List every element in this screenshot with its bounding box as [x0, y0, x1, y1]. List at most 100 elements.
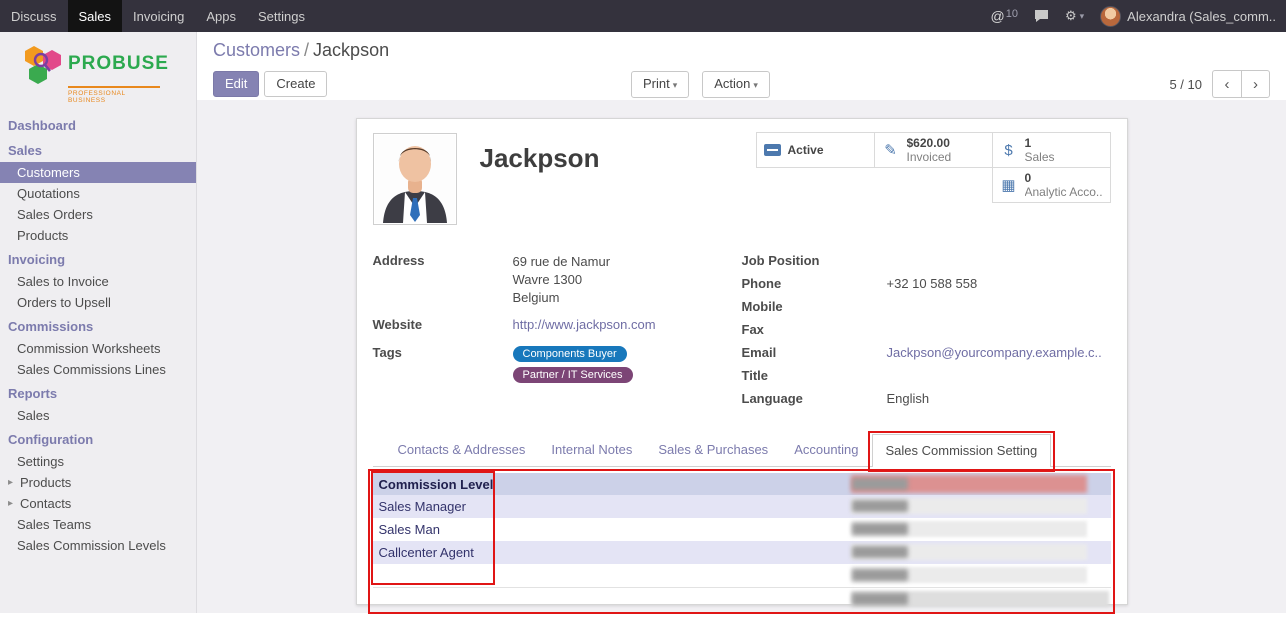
- mobile-field: Mobile: [742, 299, 1111, 319]
- user-name: Alexandra (Sales_comm..: [1127, 9, 1276, 24]
- sidebar-section-reports[interactable]: Reports: [0, 380, 196, 405]
- active-stat-button[interactable]: Active: [756, 132, 875, 168]
- menu-discuss[interactable]: Discuss: [0, 0, 68, 32]
- settings-menu-button[interactable]: ⚙ ▾: [1065, 8, 1084, 24]
- phone-label: Phone: [742, 276, 887, 296]
- sidebar-item-sales-commission-levels[interactable]: Sales Commission Levels: [0, 535, 196, 556]
- action-dropdown-button[interactable]: Action▾: [702, 71, 770, 98]
- tab-sales-purchases[interactable]: Sales & Purchases: [645, 434, 781, 466]
- action-buttons-group: Print▾ Action▾: [631, 71, 770, 98]
- sidebar-item-commission-worksheets[interactable]: Commission Worksheets: [0, 338, 196, 359]
- address-line: Belgium: [513, 289, 611, 307]
- sidebar-section-configuration[interactable]: Configuration: [0, 426, 196, 451]
- menu-settings[interactable]: Settings: [247, 0, 316, 32]
- stat-label: Invoiced: [907, 150, 952, 164]
- redacted-data: [852, 478, 908, 490]
- pager-previous-button[interactable]: ‹: [1212, 70, 1241, 98]
- website-label: Website: [373, 317, 513, 337]
- sidebar-item-orders-to-upsell[interactable]: Orders to Upsell: [0, 292, 196, 313]
- customer-photo-image: [375, 135, 455, 223]
- at-icon: @: [991, 8, 1005, 24]
- sales-stat-button[interactable]: $ 1 Sales: [992, 132, 1111, 168]
- field-grid: Address 69 rue de Namur Wavre 1300 Belgi…: [373, 253, 1111, 414]
- topbar-right: @ 10 ⚙ ▾ Alexandra (Sales_comm..: [991, 0, 1286, 32]
- top-navbar: Discuss Sales Invoicing Apps Settings @ …: [0, 0, 1286, 32]
- logo-subtitle: PROFESSIONAL BUSINESS: [68, 86, 160, 104]
- sidebar-item-reports-sales[interactable]: Sales: [0, 405, 196, 426]
- table-row-empty[interactable]: [373, 564, 1111, 587]
- menu-apps[interactable]: Apps: [195, 0, 247, 32]
- mentions-button[interactable]: @ 10: [991, 8, 1018, 24]
- user-menu[interactable]: Alexandra (Sales_comm..: [1100, 6, 1276, 27]
- sidebar-item-label: Commission Worksheets: [17, 342, 161, 355]
- sidebar-item-dashboard[interactable]: Dashboard: [0, 112, 196, 137]
- messages-button[interactable]: [1034, 9, 1049, 23]
- phone-field: Phone +32 10 588 558: [742, 276, 1111, 296]
- chat-bubble-icon: [1034, 9, 1049, 23]
- tab-accounting[interactable]: Accounting: [781, 434, 871, 466]
- sidebar-item-customers[interactable]: Customers: [0, 162, 196, 183]
- pencil-icon: ✎: [882, 141, 900, 159]
- invoiced-stat-button[interactable]: ✎ $620.00 Invoiced: [874, 132, 993, 168]
- phone-value: +32 10 588 558: [887, 276, 978, 296]
- tab-internal-notes[interactable]: Internal Notes: [538, 434, 645, 466]
- sidebar-item-quotations[interactable]: Quotations: [0, 183, 196, 204]
- sidebar-item-config-products[interactable]: ▸ Products: [0, 472, 196, 493]
- sidebar-item-sales-to-invoice[interactable]: Sales to Invoice: [0, 271, 196, 292]
- mobile-label: Mobile: [742, 299, 887, 319]
- commission-table: Commission Level Sales Manager Sales Man…: [373, 473, 1111, 610]
- website-link[interactable]: http://www.jackpson.com: [513, 317, 656, 337]
- sidebar-item-config-contacts[interactable]: ▸ Contacts: [0, 493, 196, 514]
- tab-sales-commission-setting[interactable]: Sales Commission Setting: [872, 434, 1052, 467]
- print-dropdown-button[interactable]: Print▾: [631, 71, 689, 98]
- create-button[interactable]: Create: [264, 71, 327, 97]
- email-link[interactable]: Jackpson@yourcompany.example.c..: [887, 345, 1102, 365]
- breadcrumb-separator: /: [300, 40, 313, 60]
- table-row-empty[interactable]: [373, 587, 1111, 610]
- customer-photo: [373, 133, 457, 225]
- job-position-label: Job Position: [742, 253, 887, 273]
- stat-label: Analytic Acco...: [1025, 185, 1103, 199]
- language-field: Language English: [742, 391, 1111, 411]
- email-field: Email Jackpson@yourcompany.example.c..: [742, 345, 1111, 365]
- chevron-down-icon: ▾: [1080, 11, 1085, 22]
- sidebar-item-label: Sales Commission Levels: [17, 539, 166, 552]
- sidebar-section-invoicing[interactable]: Invoicing: [0, 246, 196, 271]
- breadcrumb-customers-link[interactable]: Customers: [213, 40, 300, 60]
- table-row[interactable]: Sales Man: [373, 518, 1111, 541]
- sidebar-item-products[interactable]: Products: [0, 225, 196, 246]
- website-field: Website http://www.jackpson.com: [373, 317, 742, 337]
- action-label: Action: [714, 76, 750, 91]
- edit-button[interactable]: Edit: [213, 71, 259, 97]
- sidebar-item-label: Sales Orders: [17, 208, 93, 221]
- sidebar-item-sales-orders[interactable]: Sales Orders: [0, 204, 196, 225]
- sidebar-item-sales-teams[interactable]: Sales Teams: [0, 514, 196, 535]
- notebook-tabs: Contacts & Addresses Internal Notes Sale…: [373, 434, 1111, 467]
- analytic-stat-button[interactable]: ▦ 0 Analytic Acco...: [992, 167, 1111, 203]
- stat-label: Active: [788, 143, 824, 157]
- sidebar-item-label: Customers: [17, 166, 80, 179]
- tab-contacts-addresses[interactable]: Contacts & Addresses: [385, 434, 539, 466]
- probuse-logo-icon: [24, 44, 62, 84]
- record-title: Jackpson: [480, 143, 600, 225]
- sidebar: PROBUSE PROFESSIONAL BUSINESS Dashboard …: [0, 32, 197, 613]
- app-logo: PROBUSE PROFESSIONAL BUSINESS: [0, 32, 196, 112]
- sidebar-section-commissions[interactable]: Commissions: [0, 313, 196, 338]
- commission-level-cell: Sales Manager: [373, 499, 493, 514]
- sidebar-item-label: Sales Commissions Lines: [17, 363, 166, 376]
- table-row[interactable]: Callcenter Agent: [373, 541, 1111, 564]
- sidebar-item-label: Contacts: [20, 497, 71, 510]
- content-area: Jackpson Active ✎ $620.00 Invoiced $: [197, 118, 1286, 631]
- menu-sales[interactable]: Sales: [68, 0, 123, 32]
- sidebar-item-label: Orders to Upsell: [17, 296, 111, 309]
- table-row[interactable]: Sales Manager: [373, 495, 1111, 518]
- pager-next-button[interactable]: ›: [1241, 70, 1270, 98]
- sidebar-item-sales-commissions-lines[interactable]: Sales Commissions Lines: [0, 359, 196, 380]
- title-field: Title: [742, 368, 1111, 388]
- tag-partner-it-services: Partner / IT Services: [513, 367, 633, 383]
- menu-invoicing[interactable]: Invoicing: [122, 0, 195, 32]
- sidebar-section-sales[interactable]: Sales: [0, 137, 196, 162]
- sidebar-item-settings[interactable]: Settings: [0, 451, 196, 472]
- logo-title: PROBUSE: [68, 53, 169, 75]
- redacted-data: [852, 523, 908, 535]
